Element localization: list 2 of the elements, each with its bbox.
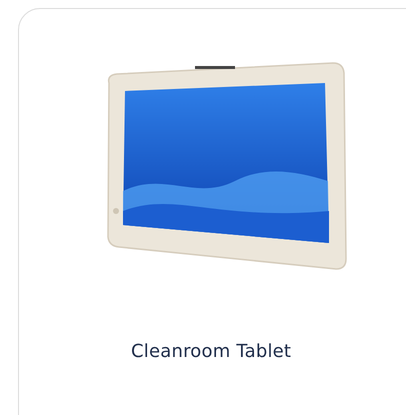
product-card[interactable]: Cleanroom Tablet [18,8,406,415]
product-title: Cleanroom Tablet [131,341,292,362]
